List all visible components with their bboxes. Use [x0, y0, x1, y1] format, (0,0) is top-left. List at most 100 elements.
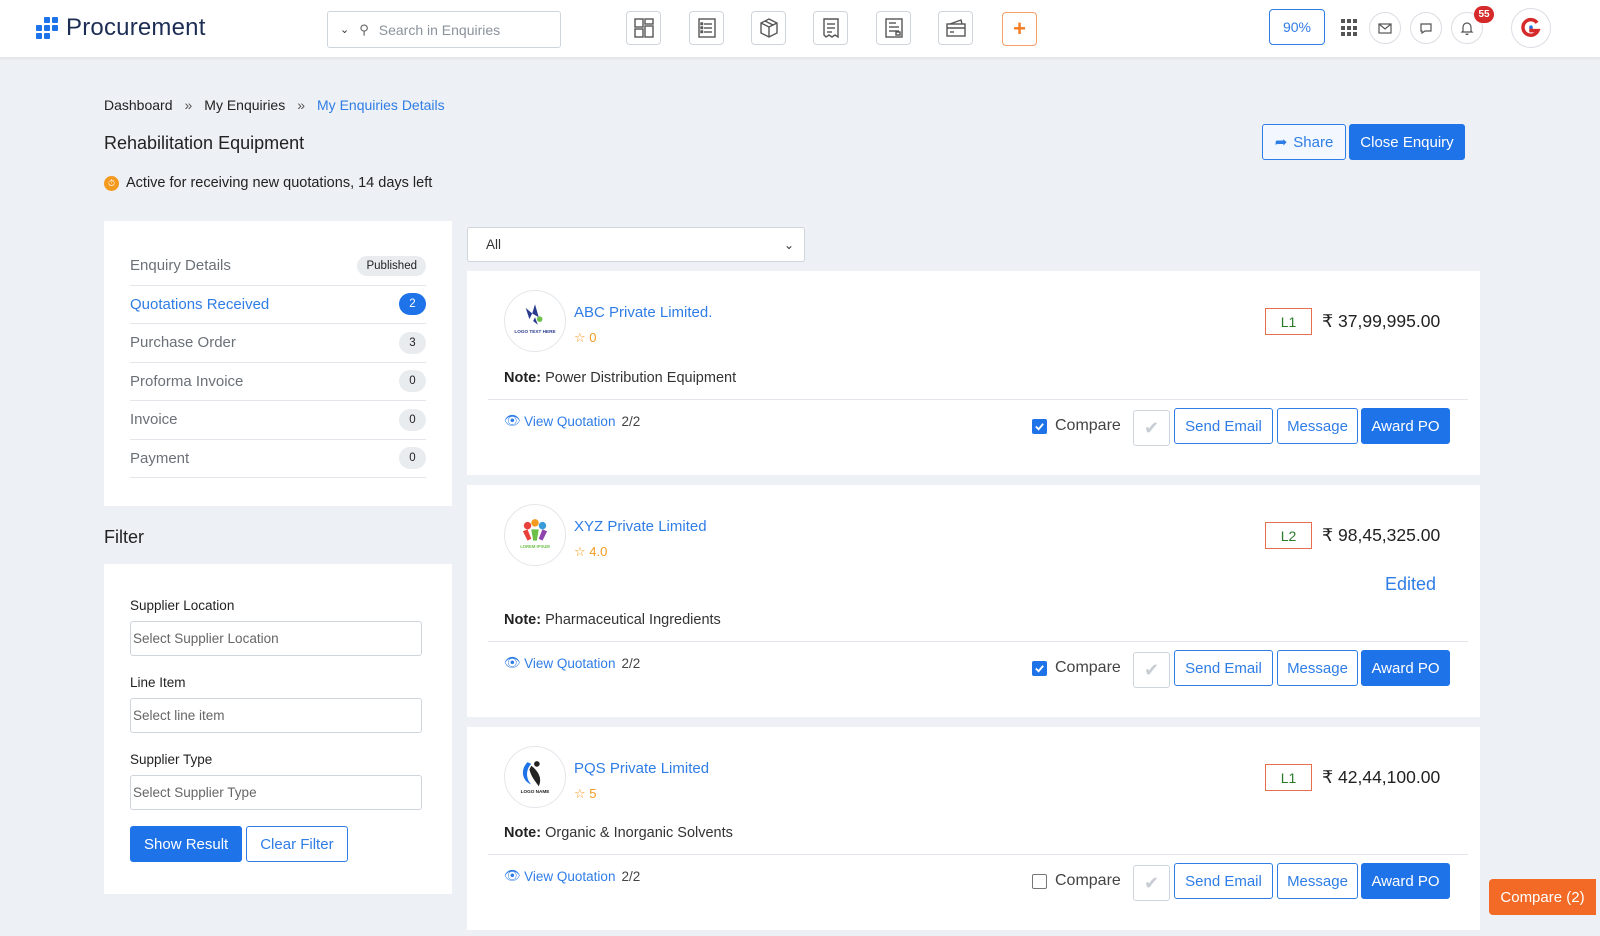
menu-item-payment[interactable]: Payment 0 — [130, 440, 426, 478]
add-icon[interactable]: + — [1002, 12, 1037, 46]
message-button[interactable]: Message — [1277, 408, 1358, 444]
message-button[interactable]: Message — [1277, 650, 1358, 686]
breadcrumb-my-enquiries[interactable]: My Enquiries — [204, 97, 285, 113]
enquiry-list-icon[interactable] — [689, 11, 724, 45]
close-enquiry-button[interactable]: Close Enquiry — [1349, 124, 1465, 160]
supplier-rating: ☆ 4.0 — [574, 544, 607, 560]
rating-value: 4.0 — [589, 544, 608, 559]
rank-badge: L1 — [1265, 308, 1312, 335]
divider — [488, 641, 1468, 642]
quotation-filter-select[interactable]: All ⌄ — [467, 227, 805, 262]
breadcrumb-separator: » — [184, 97, 193, 113]
logo-text: LOGO TEXT HERE — [514, 329, 555, 334]
count-badge: 3 — [399, 331, 426, 354]
filter-title: Filter — [104, 527, 144, 547]
share-button[interactable]: ➦ Share — [1262, 124, 1346, 160]
send-email-button[interactable]: Send Email — [1174, 408, 1273, 444]
mail-icon[interactable] — [1369, 12, 1401, 44]
share-icon: ➦ — [1274, 134, 1288, 151]
chevron-down-icon[interactable]: ⌄ — [340, 23, 349, 36]
edited-label: Edited — [1385, 574, 1437, 594]
menu-item-label: Purchase Order — [130, 334, 236, 352]
supplier-name[interactable]: XYZ Private Limited — [574, 518, 707, 535]
shortlist-check-button[interactable]: ✔ — [1133, 652, 1170, 688]
supplier-location-input[interactable]: Select Supplier Location — [130, 621, 422, 656]
menu-item-enquiry-details[interactable]: Enquiry Details Published — [130, 247, 426, 286]
search-input[interactable]: ⌄ ⚲ Search in Enquiries — [327, 11, 561, 48]
top-navbar: Procurement ⌄ ⚲ Search in Enquiries + 90… — [0, 0, 1600, 58]
rank-badge: L2 — [1265, 522, 1312, 549]
page-title: Rehabilitation Equipment — [104, 133, 305, 153]
dashboard-icon[interactable] — [626, 11, 661, 45]
clear-filter-button[interactable]: Clear Filter — [246, 826, 348, 862]
logo-text: LOGO NAME — [521, 789, 550, 794]
package-icon[interactable] — [751, 11, 786, 45]
star-icon: ☆ — [574, 786, 586, 801]
quotation-card: LOREM IPSUM XYZ Private Limited ☆ 4.0 L2… — [467, 485, 1480, 717]
checkbox-checked-icon[interactable] — [1032, 418, 1047, 434]
shortlist-check-button[interactable]: ✔ — [1133, 410, 1170, 446]
checkbox-checked-icon[interactable] — [1032, 660, 1047, 676]
shortlist-check-button[interactable]: ✔ — [1133, 865, 1170, 901]
menu-item-invoice[interactable]: Invoice 0 — [130, 401, 426, 440]
note-text: Pharmaceutical Ingredients — [545, 612, 721, 628]
chat-icon[interactable] — [1410, 12, 1442, 44]
note-label: Note: — [504, 370, 542, 386]
supplier-type-label: Supplier Type — [130, 752, 213, 767]
check-icon: ✔ — [1143, 417, 1160, 438]
view-quotation-count: 2/2 — [621, 868, 641, 884]
note-label: Note: — [504, 612, 542, 628]
count-badge: 0 — [399, 447, 426, 470]
checkbox-unchecked-icon[interactable] — [1032, 873, 1047, 889]
apps-grid-icon[interactable] — [1341, 19, 1359, 37]
quote-price: ₹ 37,99,995.00 — [1322, 311, 1440, 332]
breadcrumb: Dashboard » My Enquiries » My Enquiries … — [104, 97, 445, 113]
star-icon: ☆ — [574, 330, 586, 345]
view-quotation-link[interactable]: 👁 View Quotation 2/2 — [504, 868, 640, 884]
status-text: Active for receiving new quotations, 14 … — [126, 175, 433, 191]
view-quotation-link[interactable]: 👁 View Quotation 2/2 — [504, 413, 640, 429]
award-po-button[interactable]: Award PO — [1361, 650, 1450, 686]
menu-item-purchase-order[interactable]: Purchase Order 3 — [130, 324, 426, 363]
compare-label: Compare — [1055, 659, 1121, 676]
menu-item-proforma-invoice[interactable]: Proforma Invoice 0 — [130, 363, 426, 401]
send-email-button[interactable]: Send Email — [1174, 863, 1273, 899]
line-item-input[interactable]: Select line item — [130, 698, 422, 733]
rupee-icon: ₹ — [1322, 767, 1334, 787]
message-button[interactable]: Message — [1277, 863, 1358, 899]
view-quotation-link[interactable]: 👁 View Quotation 2/2 — [504, 655, 640, 671]
compare-checkbox[interactable]: Compare — [1032, 417, 1121, 435]
supplier-name[interactable]: PQS Private Limited — [574, 760, 709, 777]
logo-text: LOREM IPSUM — [520, 544, 550, 549]
award-po-button[interactable]: Award PO — [1361, 863, 1450, 899]
count-badge: 2 — [399, 293, 426, 316]
note-text: Organic & Inorganic Solvents — [545, 825, 733, 841]
search-placeholder: Search in Enquiries — [378, 21, 501, 38]
award-po-button[interactable]: Award PO — [1361, 408, 1450, 444]
supplier-type-input[interactable]: Select Supplier Type — [130, 775, 422, 810]
divider — [488, 399, 1468, 400]
payment-card-icon[interactable] — [938, 11, 973, 45]
compare-floating-button[interactable]: Compare (2) — [1489, 879, 1596, 915]
supplier-rating: ☆ 0 — [574, 330, 597, 346]
breadcrumb-dashboard[interactable]: Dashboard — [104, 97, 173, 113]
zoom-level[interactable]: 90% — [1269, 9, 1325, 45]
user-avatar[interactable] — [1511, 8, 1551, 48]
invoice-icon[interactable] — [876, 11, 911, 45]
price-value: 37,99,995.00 — [1338, 311, 1441, 331]
send-email-button[interactable]: Send Email — [1174, 650, 1273, 686]
avatar-logo-icon — [1521, 17, 1541, 37]
enquiry-menu: Enquiry Details Published Quotations Rec… — [104, 221, 452, 506]
notification-badge: 55 — [1474, 6, 1494, 23]
breadcrumb-current[interactable]: My Enquiries Details — [317, 97, 445, 113]
quote-note: Note: Power Distribution Equipment — [504, 370, 736, 386]
note-label: Note: — [504, 825, 542, 841]
compare-checkbox[interactable]: Compare — [1032, 659, 1121, 677]
supplier-name[interactable]: ABC Private Limited. — [574, 304, 712, 321]
compare-checkbox[interactable]: Compare — [1032, 872, 1121, 890]
note-text: Power Distribution Equipment — [545, 370, 737, 386]
show-result-button[interactable]: Show Result — [130, 826, 243, 862]
app-logo[interactable]: Procurement — [36, 14, 206, 42]
purchase-order-icon[interactable] — [813, 11, 848, 45]
menu-item-quotations-received[interactable]: Quotations Received 2 — [130, 286, 426, 324]
